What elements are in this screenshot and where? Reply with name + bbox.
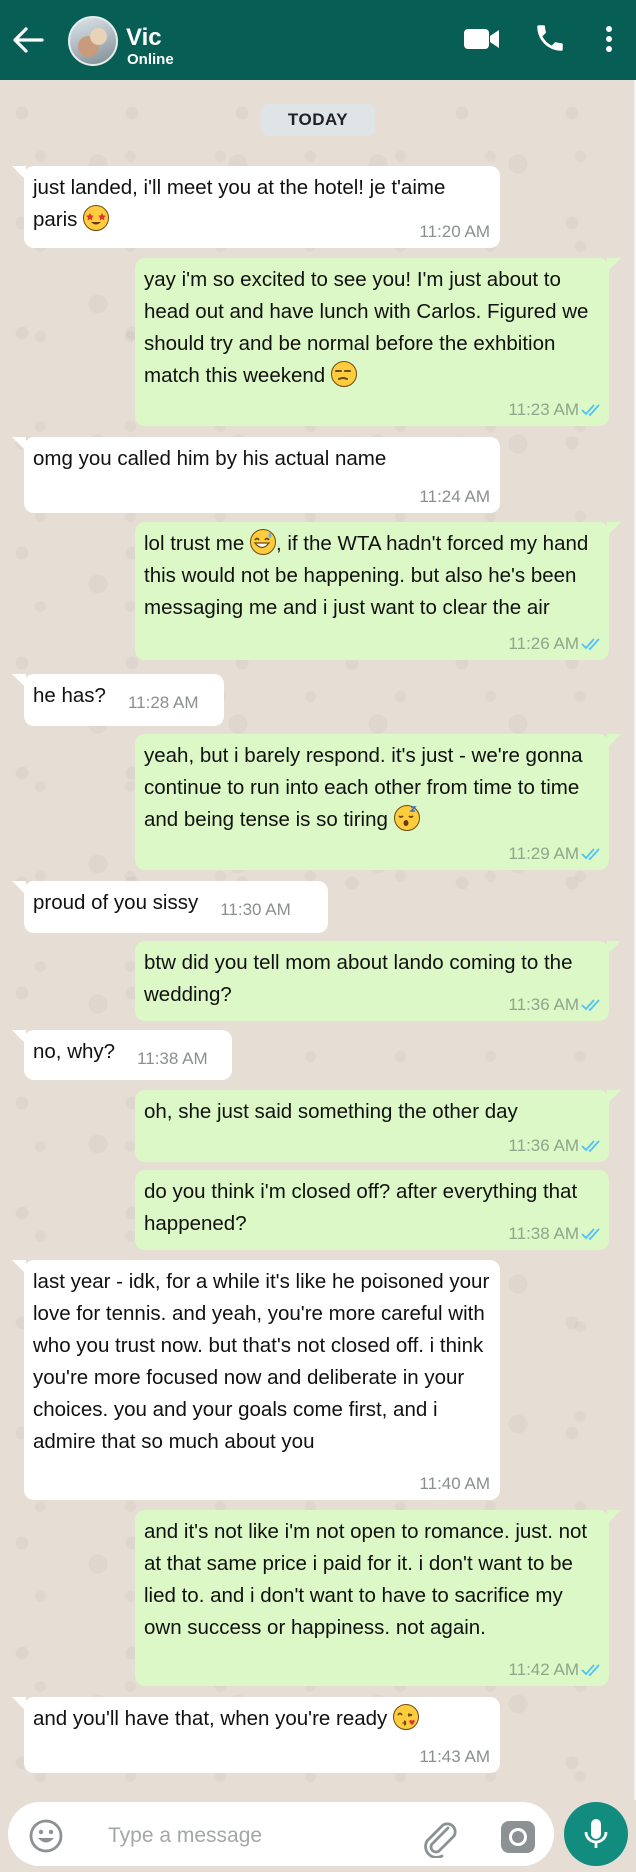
- message-text: he has?: [33, 684, 106, 707]
- double-check-icon: [581, 999, 600, 1012]
- message-incoming[interactable]: and you'll have that, when you're ready …: [12, 1697, 500, 1773]
- video-call-icon[interactable]: [463, 26, 501, 52]
- message-input[interactable]: [108, 1819, 408, 1853]
- message-time: 11:38 AM: [137, 1049, 208, 1068]
- message-outgoing[interactable]: btw did you tell mom about lando coming …: [135, 941, 621, 1021]
- double-check-icon: [581, 1664, 600, 1677]
- message-text: lol trust me: [144, 532, 245, 555]
- message-time: 11:26 AM: [508, 634, 579, 653]
- message-text: oh, she just said something the other da…: [144, 1100, 518, 1123]
- message-time: 11:38 AM: [508, 1224, 579, 1243]
- message-text: and you'll have that, when you're ready: [33, 1707, 388, 1730]
- message-incoming[interactable]: no, why? 11:38 AM: [12, 1030, 232, 1080]
- message-time: 11:28 AM: [127, 693, 199, 712]
- contact-status: Online: [127, 51, 174, 68]
- message-time: 11:40 AM: [419, 1474, 490, 1493]
- message-incoming[interactable]: omg you called him by his actual name 11…: [12, 437, 500, 513]
- message-incoming[interactable]: he has? 11:28 AM: [12, 674, 224, 726]
- chat-header: Vic Online: [0, 0, 636, 80]
- mic-button[interactable]: [564, 1802, 628, 1866]
- message-time: 11:43 AM: [419, 1747, 490, 1766]
- emoji-icon[interactable]: [28, 1818, 64, 1854]
- voice-call-icon[interactable]: [533, 21, 567, 55]
- message-time: 11:23 AM: [508, 400, 579, 419]
- grinning-sweat-emoji: [249, 529, 276, 555]
- double-check-icon: [581, 404, 600, 417]
- message-text: no, why?: [33, 1040, 116, 1063]
- message-incoming[interactable]: last year - idk, for a while it's like h…: [12, 1260, 500, 1500]
- chat-app: Vic Online TODAY just landed, i'll meet …: [0, 0, 636, 1872]
- message-outgoing[interactable]: oh, she just said something the other da…: [135, 1090, 621, 1162]
- message-time: 11:42 AM: [508, 1660, 579, 1679]
- more-vert-icon[interactable]: [603, 24, 615, 54]
- composer-bar: [0, 1800, 636, 1872]
- message-time: 11:36 AM: [508, 1136, 579, 1155]
- double-check-icon: [581, 1228, 600, 1241]
- double-check-icon: [581, 638, 600, 651]
- date-divider: TODAY: [261, 104, 375, 136]
- message-outgoing[interactable]: lol trust me , if the WTA hadn't forced …: [135, 522, 621, 660]
- message-time: 11:36 AM: [508, 995, 579, 1014]
- message-time: 11:30 AM: [220, 900, 291, 919]
- attach-icon[interactable]: [418, 1816, 460, 1858]
- avatar[interactable]: [68, 16, 118, 66]
- message-outgoing[interactable]: yay i'm so excited to see you! I'm just …: [135, 258, 621, 426]
- contact-name[interactable]: Vic: [126, 24, 162, 52]
- message-text: last year - idk, for a while it's like h…: [33, 1270, 490, 1453]
- message-text: yay i'm so excited to see you! I'm just …: [144, 268, 589, 387]
- message-outgoing[interactable]: yeah, but i barely respond. it's just - …: [135, 734, 621, 870]
- double-check-icon: [581, 848, 600, 861]
- message-incoming[interactable]: just landed, i'll meet you at the hotel!…: [12, 166, 500, 248]
- message-text: yeah, but i barely respond. it's just - …: [144, 744, 583, 831]
- message-outgoing[interactable]: do you think i'm closed off? after every…: [135, 1170, 609, 1250]
- message-incoming[interactable]: proud of you sissy 11:30 AM: [12, 881, 328, 933]
- message-text: omg you called him by his actual name: [33, 447, 387, 470]
- unamused-face-emoji: [330, 361, 357, 387]
- message-time: 11:24 AM: [419, 487, 490, 506]
- message-text: and it's not like i'm not open to romanc…: [144, 1520, 588, 1639]
- star-struck-emoji: [83, 205, 110, 231]
- message-outgoing[interactable]: and it's not like i'm not open to romanc…: [135, 1510, 621, 1686]
- message-time: 11:29 AM: [508, 844, 579, 863]
- sleepy-face-emoji: [393, 805, 420, 831]
- composer-field[interactable]: [8, 1802, 554, 1866]
- back-arrow-icon[interactable]: [10, 22, 46, 58]
- kissing-heart-emoji: [392, 1704, 419, 1730]
- double-check-icon: [581, 1140, 600, 1153]
- message-text: proud of you sissy: [33, 891, 199, 914]
- camera-icon[interactable]: [498, 1818, 538, 1856]
- mic-icon: [584, 1819, 608, 1848]
- message-time: 11:20 AM: [419, 222, 490, 241]
